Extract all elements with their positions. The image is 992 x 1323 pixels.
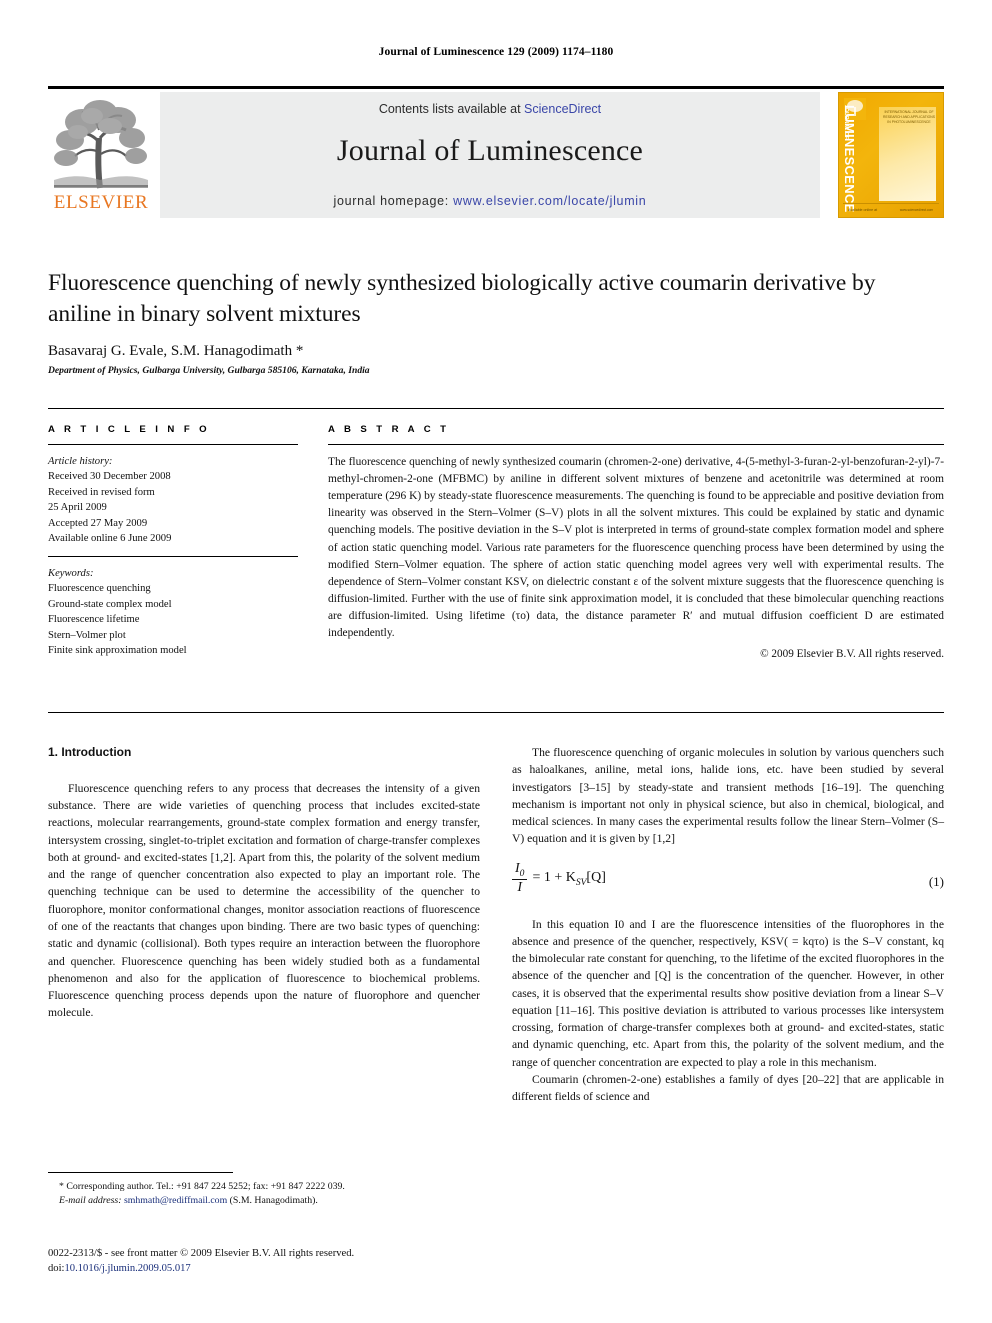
article-history-item: Accepted 27 May 2009 — [48, 517, 148, 529]
article-history-item: Available online 6 June 2009 — [48, 533, 172, 545]
keyword-item: Finite sink approximation model — [48, 644, 187, 656]
paragraph: Coumarin (chromen-2-one) establishes a f… — [512, 1072, 944, 1104]
equation-1: I0 I = 1 + KSV[Q] (1) — [512, 860, 944, 902]
homepage-prefix: journal homepage: — [333, 194, 454, 208]
cover-top-note: INTERNATIONAL JOURNAL OF RESEARCH AND AP… — [883, 110, 935, 125]
email-label: E-mail address: — [59, 1195, 122, 1207]
journal-homepage-line: journal homepage: www.elsevier.com/locat… — [160, 194, 820, 208]
email-link[interactable]: smhmath@rediffmail.com — [124, 1195, 227, 1206]
issn-doi-block: 0022-2313/$ - see front matter © 2009 El… — [48, 1246, 508, 1276]
footnote-rule — [48, 1172, 233, 1173]
elsevier-logo: ELSEVIER — [48, 92, 154, 218]
abstract-copyright: © 2009 Elsevier B.V. All rights reserved… — [760, 648, 944, 661]
doi-link[interactable]: 10.1016/j.jlumin.2009.05.017 — [64, 1263, 190, 1274]
cover-bottom-left: Available online at — [848, 208, 878, 212]
paragraph: The fluorescence quenching of organic mo… — [512, 746, 944, 846]
email-note: E-mail address: smhmath@rediffmail.com (… — [48, 1194, 480, 1208]
journal-masthead: ELSEVIER Contents lists available at Sci… — [48, 92, 944, 218]
article-history: Article history: Received 30 December 20… — [48, 454, 298, 547]
equation-number: (1) — [928, 873, 944, 889]
abstract-block: A B S T R A C T The fluorescence quenchi… — [328, 424, 944, 660]
abstract-divider — [328, 444, 944, 445]
journal-cover-thumbnail: INTERNATIONAL JOURNAL OF RESEARCH AND AP… — [838, 92, 944, 218]
keywords-label: Keywords: — [48, 567, 94, 579]
elsevier-wordmark: ELSEVIER — [53, 192, 149, 213]
journal-homepage-link[interactable]: www.elsevier.com/locate/jlumin — [453, 194, 646, 208]
paragraph: Fluorescence quenching refers to any pro… — [48, 781, 480, 1020]
corresponding-author-note: * Corresponding author. Tel.: +91 847 22… — [59, 1181, 345, 1192]
footnote-block: * Corresponding author. Tel.: +91 847 22… — [48, 1180, 480, 1208]
cover-bottom-right: www.sciencedirect.com — [899, 208, 933, 212]
sciencedirect-band: Contents lists available at ScienceDirec… — [160, 92, 820, 218]
page-title: Fluorescence quenching of newly synthesi… — [48, 270, 876, 327]
title-block: Fluorescence quenching of newly synthesi… — [48, 268, 944, 376]
affiliation: Department of Physics, Gulbarga Universi… — [48, 365, 370, 377]
issn-line: 0022-2313/$ - see front matter © 2009 El… — [48, 1248, 355, 1259]
author-list: Basavaraj G. Evale, S.M. Hanagodimath * — [48, 343, 304, 360]
equation-numerator: I0 — [515, 860, 525, 879]
paragraph: In this equation I0 and I are the fluore… — [512, 917, 944, 1069]
article-history-item: Received in revised form — [48, 486, 155, 498]
masthead-top-rule — [48, 86, 944, 89]
body-column-right: The fluorescence quenching of organic mo… — [512, 744, 944, 1106]
journal-title: Journal of Luminescence — [336, 134, 644, 167]
article-history-item: Received 30 December 2008 — [48, 471, 171, 483]
equation-rhs: = 1 + KSV[Q] — [532, 869, 606, 888]
section-heading-introduction: 1. Introduction — [48, 745, 132, 759]
body-column-left: 1. Introduction Fluorescence quenching r… — [48, 744, 480, 1022]
keywords-divider — [48, 555, 298, 557]
article-page: Journal of Luminescence 129 (2009) 1174–… — [0, 0, 992, 1323]
doi-line: doi:10.1016/j.jlumin.2009.05.017 — [48, 1261, 508, 1276]
keyword-item: Stern–Volmer plot — [48, 629, 126, 641]
article-info-block: A R T I C L E I N F O Article history: R… — [48, 424, 298, 658]
article-history-item: 25 April 2009 — [48, 502, 107, 514]
equation-expression: I0 I = 1 + KSV[Q] — [512, 860, 606, 896]
cover-title-small: JOURNAL OF — [843, 105, 849, 140]
email-owner: (S.M. Hanagodimath). — [229, 1195, 318, 1207]
doi-label: doi: — [48, 1263, 65, 1275]
equation-denominator: I — [512, 879, 528, 896]
keywords-block: Keywords: Fluorescence quenching Ground-… — [48, 566, 298, 659]
abstract-text: The fluorescence quenching of newly synt… — [328, 456, 944, 640]
equation-fraction: I0 I — [512, 860, 528, 896]
keyword-item: Fluorescence quenching — [48, 583, 151, 595]
abstract-bottom-rule — [48, 712, 944, 713]
abstract-heading: A B S T R A C T — [328, 424, 450, 435]
info-section-rule — [48, 408, 944, 409]
article-info-divider — [48, 444, 298, 445]
sciencedirect-link[interactable]: ScienceDirect — [524, 102, 601, 116]
article-info-heading: A R T I C L E I N F O — [48, 424, 211, 435]
contents-line: Contents lists available at ScienceDirec… — [160, 102, 820, 116]
cover-bottom-bar: Available online at www.sciencedirect.co… — [843, 203, 939, 213]
contents-prefix: Contents lists available at — [378, 102, 525, 116]
running-head: Journal of Luminescence 129 (2009) 1174–… — [378, 46, 614, 58]
keyword-item: Fluorescence lifetime — [48, 614, 140, 626]
keyword-item: Ground-state complex model — [48, 598, 172, 610]
elsevier-tree-icon — [54, 100, 148, 189]
article-history-label: Article history: — [48, 456, 113, 467]
